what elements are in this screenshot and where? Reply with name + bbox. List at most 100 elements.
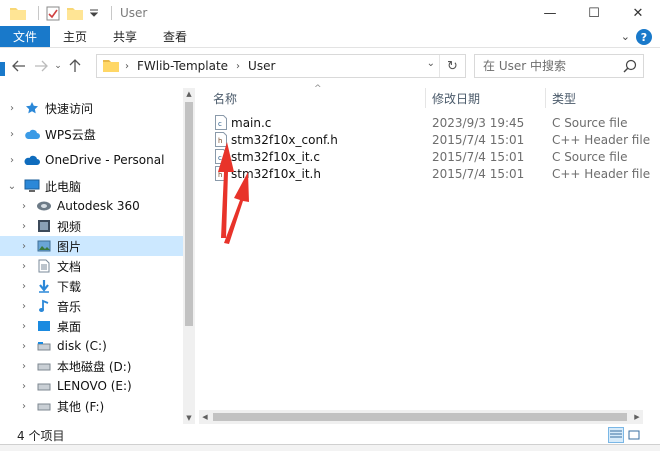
sidebar-item-disk-f[interactable]: › 其他 (F:): [0, 396, 183, 416]
file-row[interactable]: c stm32f10x_it.c 2015/7/4 15:01 C Source…: [199, 148, 659, 166]
drive-icon: [36, 358, 52, 374]
column-header-name[interactable]: 名称: [213, 90, 237, 108]
breadcrumb-chevron-icon[interactable]: ›: [125, 61, 129, 72]
sidebar-scrollbar[interactable]: ▲ ▼: [183, 88, 195, 424]
sidebar-item-music[interactable]: › 音乐: [0, 296, 183, 316]
recent-locations-icon[interactable]: ⌄: [52, 55, 64, 77]
picture-icon: [36, 238, 52, 254]
chevron-right-icon[interactable]: ›: [18, 281, 30, 292]
sidebar-item-disk-c[interactable]: › disk (C:): [0, 336, 183, 356]
sidebar-item-disk-e[interactable]: › LENOVO (E:): [0, 376, 183, 396]
file-list: ^ 名称 修改日期 类型 c main.c 2023/9/3 19:45 C S…: [199, 84, 659, 414]
chevron-right-icon[interactable]: ›: [6, 129, 18, 140]
file-row[interactable]: c main.c 2023/9/3 19:45 C Source file: [199, 114, 659, 132]
scrollbar-thumb[interactable]: [213, 413, 627, 421]
chevron-right-icon[interactable]: ›: [18, 201, 30, 212]
drive-icon: [36, 398, 52, 414]
sidebar-item-onedrive[interactable]: › OneDrive - Personal: [0, 150, 183, 170]
horizontal-scrollbar[interactable]: ◀ ▶: [199, 410, 643, 424]
close-button[interactable]: ✕: [616, 0, 660, 26]
large-icons-view-button[interactable]: [626, 427, 642, 443]
chevron-right-icon[interactable]: ›: [18, 241, 30, 252]
column-divider[interactable]: [545, 88, 546, 108]
chevron-right-icon[interactable]: ›: [18, 341, 30, 352]
file-row[interactable]: h stm32f10x_conf.h 2015/7/4 15:01 C++ He…: [199, 131, 659, 149]
folder-icon: [103, 58, 119, 75]
chevron-right-icon[interactable]: ›: [18, 401, 30, 412]
breadcrumb-chevron-icon[interactable]: ›: [236, 61, 240, 72]
sidebar-item-this-pc[interactable]: ⌄ 此电脑: [0, 176, 183, 196]
scroll-left-icon[interactable]: ◀: [199, 410, 211, 424]
h-file-icon: h: [215, 166, 227, 181]
minimize-button[interactable]: —: [528, 0, 572, 26]
search-icon[interactable]: [623, 59, 637, 76]
taskbar-strip: [0, 444, 660, 451]
scroll-up-icon[interactable]: ▲: [183, 88, 195, 100]
sidebar-item-disk-d[interactable]: › 本地磁盘 (D:): [0, 356, 183, 376]
sidebar-item-quick-access[interactable]: › 快速访问: [0, 98, 183, 118]
up-arrow-icon: [69, 59, 81, 72]
chevron-right-icon[interactable]: ›: [6, 103, 18, 114]
address-bar[interactable]: › FWlib-Template › User ⌄ ↻: [96, 54, 466, 78]
customize-toolbar-icon[interactable]: [89, 5, 99, 21]
scroll-right-icon[interactable]: ▶: [631, 410, 643, 424]
chevron-right-icon[interactable]: ›: [18, 261, 30, 272]
refresh-button[interactable]: ↻: [439, 55, 465, 77]
svg-text:c: c: [218, 120, 222, 128]
back-arrow-icon: [12, 60, 25, 72]
column-header-date[interactable]: 修改日期: [432, 90, 480, 108]
search-box[interactable]: [474, 54, 644, 78]
music-icon: [36, 298, 52, 314]
up-button[interactable]: [64, 55, 86, 77]
title-bar: User — ☐ ✕: [0, 0, 660, 26]
svg-text:h: h: [218, 137, 222, 145]
h-file-icon: h: [215, 132, 227, 147]
sidebar-item-desktop[interactable]: › 桌面: [0, 316, 183, 336]
column-divider[interactable]: [425, 88, 426, 108]
address-dropdown-icon[interactable]: ⌄: [427, 58, 435, 69]
chevron-right-icon[interactable]: ›: [18, 361, 30, 372]
details-view-button[interactable]: [608, 427, 624, 443]
sidebar-item-documents[interactable]: › 文档: [0, 256, 183, 276]
sidebar-item-autodesk[interactable]: › Autodesk 360: [0, 196, 183, 216]
chevron-down-icon[interactable]: ⌄: [6, 181, 18, 192]
star-icon: [24, 100, 40, 116]
breadcrumb-fwlib-template[interactable]: FWlib-Template: [137, 59, 228, 73]
file-row[interactable]: h stm32f10x_it.h 2015/7/4 15:01 C++ Head…: [199, 165, 659, 183]
tab-file[interactable]: 文件: [0, 26, 50, 47]
sidebar-item-wps-cloud[interactable]: › WPS云盘: [0, 124, 183, 144]
tab-home[interactable]: 主页: [50, 26, 100, 47]
back-button[interactable]: [8, 55, 30, 77]
column-header-type[interactable]: 类型: [552, 90, 576, 108]
sidebar-item-videos[interactable]: › 视频: [0, 216, 183, 236]
chevron-right-icon[interactable]: ›: [18, 321, 30, 332]
search-input[interactable]: [483, 59, 623, 73]
sidebar-item-downloads[interactable]: › 下载: [0, 276, 183, 296]
forward-button[interactable]: [30, 55, 52, 77]
details-view-icon: [610, 430, 622, 438]
scroll-down-icon[interactable]: ▼: [183, 412, 195, 424]
item-count: 4 个项目: [17, 428, 65, 443]
drive-icon: [36, 338, 52, 354]
sidebar-item-pictures[interactable]: › 图片: [0, 236, 183, 256]
onedrive-icon: [24, 152, 40, 168]
chevron-right-icon[interactable]: ›: [18, 381, 30, 392]
help-icon[interactable]: ?: [636, 29, 652, 45]
ribbon-expand-icon[interactable]: ⌄: [621, 30, 630, 43]
folder-icon: [10, 5, 26, 21]
tab-view[interactable]: 查看: [150, 26, 200, 47]
chevron-right-icon[interactable]: ›: [18, 301, 30, 312]
chevron-right-icon[interactable]: ›: [18, 221, 30, 232]
svg-text:h: h: [218, 171, 222, 179]
svg-text:c: c: [218, 154, 222, 162]
tab-share[interactable]: 共享: [100, 26, 150, 47]
scrollbar-thumb[interactable]: [185, 102, 193, 326]
document-icon: [36, 258, 52, 274]
new-folder-icon[interactable]: [67, 5, 83, 21]
chevron-right-icon[interactable]: ›: [6, 155, 18, 166]
quick-access-toolbar: User: [0, 0, 147, 26]
maximize-button[interactable]: ☐: [572, 0, 616, 26]
breadcrumb-user[interactable]: User: [248, 59, 275, 73]
status-bar: 4 个项目: [0, 426, 660, 444]
properties-icon[interactable]: [45, 5, 61, 21]
